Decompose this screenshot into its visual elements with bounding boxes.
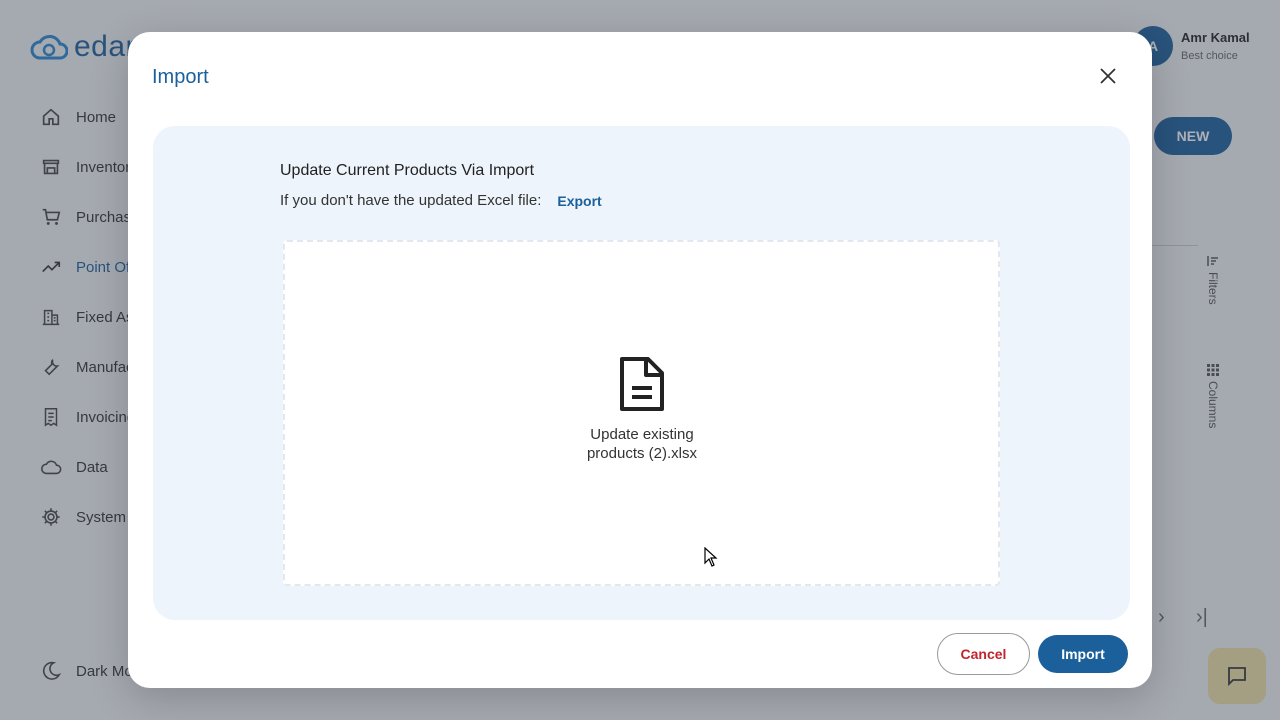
close-icon — [1100, 68, 1116, 84]
import-heading: Update Current Products Via Import — [280, 162, 535, 179]
uploaded-file[interactable]: Update existing products (2).xlsx — [575, 356, 709, 463]
close-button[interactable] — [1094, 62, 1122, 90]
export-prompt: If you don't have the updated Excel file… — [280, 192, 602, 209]
file-name: Update existing products (2).xlsx — [586, 426, 698, 462]
export-link[interactable]: Export — [557, 193, 601, 209]
cancel-button[interactable]: Cancel — [937, 633, 1030, 675]
file-drop-zone[interactable]: Update existing products (2).xlsx — [283, 240, 1000, 586]
dialog-title: Import — [152, 66, 209, 88]
import-panel: Update Current Products Via Import If yo… — [153, 126, 1130, 620]
import-dialog: Import Update Current Products Via Impor… — [128, 32, 1152, 688]
export-prompt-text: If you don't have the updated Excel file… — [280, 192, 542, 209]
mouse-cursor-icon — [704, 547, 718, 567]
import-button[interactable]: Import — [1038, 635, 1128, 673]
file-document-icon — [619, 356, 665, 417]
